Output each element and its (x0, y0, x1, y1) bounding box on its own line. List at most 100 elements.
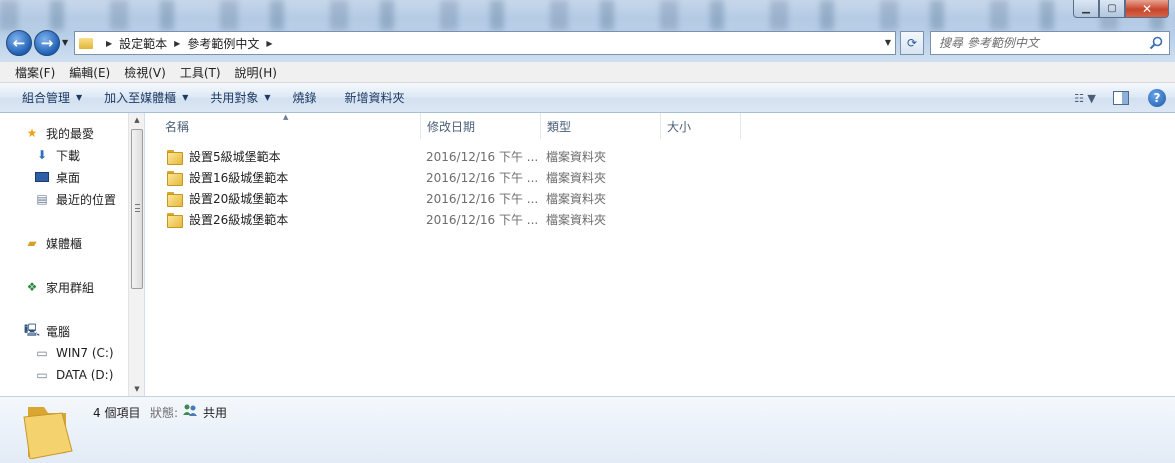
nav-label: DATA (D:) (56, 368, 114, 382)
search-box (930, 31, 1170, 55)
organize-button[interactable]: 組合管理 ▼ (14, 89, 90, 106)
search-input[interactable] (939, 36, 1149, 50)
scroll-thumb[interactable] (131, 129, 143, 289)
preview-pane-button[interactable] (1103, 86, 1139, 110)
window-titlebar: ▁ ▢ ✕ ← → ▼ ▶ 設定範本 ▶ 參考範例中文 ▶ ▼ ⟳ (0, 0, 1175, 62)
organize-label: 組合管理 (22, 91, 71, 105)
file-row[interactable]: 設置16級城堡範本 2016/12/16 下午 ... 檔案資料夾 (161, 167, 611, 187)
folder-icon (167, 149, 183, 165)
forward-button[interactable]: → (34, 30, 60, 56)
nav-item-drive-d[interactable]: ▭ DATA (D:) (34, 366, 113, 384)
file-row[interactable]: 設置5級城堡範本 2016/12/16 下午 ... 檔案資料夾 (161, 146, 611, 166)
back-arrow-icon: ← (12, 34, 26, 52)
hard-drive-icon: ▭ (36, 368, 48, 382)
burn-button[interactable]: 燒錄 (285, 89, 325, 106)
file-name: 設置5級城堡範本 (189, 149, 281, 164)
column-header-label: 修改日期 (427, 119, 476, 134)
file-name: 設置20級城堡範本 (189, 191, 289, 206)
column-header-type[interactable]: 類型 (541, 113, 661, 139)
column-header-size[interactable]: 大小 (661, 113, 741, 139)
file-row[interactable]: 設置20級城堡範本 2016/12/16 下午 ... 檔案資料夾 (161, 188, 611, 208)
menu-help[interactable]: 說明(H) (228, 64, 284, 81)
menu-file[interactable]: 檔案(F) (8, 64, 62, 81)
nav-label: 媒體櫃 (46, 236, 83, 251)
folder-icon (167, 170, 183, 186)
chevron-right-icon[interactable]: ▶ (174, 39, 180, 48)
search-icon[interactable] (1149, 36, 1163, 50)
change-view-button[interactable]: ☷ ▼ (1067, 86, 1103, 110)
back-button[interactable]: ← (6, 30, 32, 56)
recent-pages-dropdown[interactable]: ▼ (62, 38, 68, 47)
file-row[interactable]: 設置26級城堡範本 2016/12/16 下午 ... 檔案資料夾 (161, 209, 611, 229)
file-type: 檔案資料夾 (546, 170, 607, 185)
burn-label: 燒錄 (292, 91, 317, 105)
nav-label: 下載 (56, 148, 81, 163)
nav-item-downloads[interactable]: ⬇ 下載 (34, 146, 80, 164)
large-folder-icon (23, 407, 73, 459)
breadcrumb-item[interactable]: 設定範本 (119, 35, 167, 52)
column-header-modified[interactable]: 修改日期 (421, 113, 541, 139)
nav-label: 家用群組 (46, 280, 95, 295)
details-pane: 4 個項目 狀態: 共用 (0, 396, 1175, 463)
navigation-pane: ★ 我的最愛 ⬇ 下載 桌面 ▤ 最近的位置 ▰ 媒體櫃 ❖ 家用群組 🖳 電腦… (0, 113, 145, 396)
chevron-down-icon: ▼ (76, 93, 83, 102)
address-bar[interactable]: ▶ 設定範本 ▶ 參考範例中文 ▶ ▼ (74, 31, 896, 55)
nav-item-drive-c[interactable]: ▭ WIN7 (C:) (34, 344, 113, 362)
menu-bar: 檔案(F) 編輯(E) 檢視(V) 工具(T) 說明(H) (0, 62, 1175, 83)
chevron-right-icon[interactable]: ▶ (266, 39, 272, 48)
new-folder-button[interactable]: 新增資料夾 (337, 89, 413, 106)
state-value: 共用 (203, 406, 228, 420)
file-modified: 2016/12/16 下午 ... (426, 212, 539, 227)
help-button[interactable]: ? (1139, 86, 1175, 110)
menu-edit[interactable]: 編輯(E) (62, 64, 117, 81)
shared-users-icon (183, 404, 197, 416)
close-button[interactable]: ✕ (1125, 0, 1169, 18)
minimize-icon: ▁ (1082, 3, 1090, 14)
file-type: 檔案資料夾 (546, 191, 607, 206)
nav-favorites[interactable]: ★ 我的最愛 (24, 124, 94, 142)
preview-pane-icon (1113, 91, 1129, 105)
share-with-button[interactable]: 共用對象 ▼ (202, 89, 278, 106)
command-bar-right: ☷ ▼ ? (1067, 83, 1175, 113)
nav-computer[interactable]: 🖳 電腦 (24, 322, 70, 340)
maximize-button[interactable]: ▢ (1099, 0, 1125, 18)
state-label: 狀態: (150, 406, 179, 420)
column-header-name[interactable]: 名稱 (159, 113, 421, 139)
download-folder-icon: ⬇ (36, 148, 48, 162)
refresh-button[interactable]: ⟳ (900, 31, 924, 55)
file-type: 檔案資料夾 (546, 212, 607, 227)
chevron-down-icon: ▼ (182, 93, 189, 102)
breadcrumb-item[interactable]: 參考範例中文 (187, 35, 259, 52)
command-bar: 組合管理 ▼ 加入至媒體櫃 ▼ 共用對象 ▼ 燒錄 新增資料夾 ☷ ▼ ? (0, 83, 1175, 113)
maximize-icon: ▢ (1107, 3, 1117, 14)
close-icon: ✕ (1141, 1, 1153, 16)
new-folder-label: 新增資料夾 (344, 91, 405, 105)
folder-icon (167, 191, 183, 207)
column-header-label: 大小 (667, 119, 692, 134)
scroll-up-arrow-icon[interactable]: ▲ (129, 113, 144, 127)
file-modified: 2016/12/16 下午 ... (426, 191, 539, 206)
desktop-icon (34, 170, 50, 184)
add-to-library-button[interactable]: 加入至媒體櫃 ▼ (96, 89, 196, 106)
nav-homegroup[interactable]: ❖ 家用群組 (24, 278, 94, 296)
scroll-down-arrow-icon[interactable]: ▼ (129, 382, 144, 396)
address-history-dropdown[interactable]: ▼ (885, 38, 891, 47)
refresh-icon: ⟳ (906, 36, 918, 50)
file-name-cell: 設置26級城堡範本 (167, 211, 288, 228)
menu-view[interactable]: 檢視(V) (117, 64, 173, 81)
forward-arrow-icon: → (40, 34, 54, 52)
minimize-button[interactable]: ▁ (1073, 0, 1099, 18)
library-icon: ▰ (27, 236, 37, 250)
menu-tools[interactable]: 工具(T) (173, 64, 228, 81)
item-count: 4 個項目 (93, 406, 141, 420)
nav-pane-scrollbar[interactable]: ▲ ▼ (128, 113, 144, 396)
windows-drive-icon: ▭ (36, 346, 48, 360)
grip-icon (135, 204, 140, 212)
nav-item-recent-places[interactable]: ▤ 最近的位置 (34, 190, 116, 208)
share-with-label: 共用對象 (210, 91, 259, 105)
file-name-cell: 設置16級城堡範本 (167, 169, 288, 186)
nav-item-desktop[interactable]: 桌面 (34, 168, 80, 186)
nav-libraries[interactable]: ▰ 媒體櫃 (24, 234, 82, 252)
folder-icon (79, 37, 93, 49)
chevron-right-icon[interactable]: ▶ (106, 39, 112, 48)
